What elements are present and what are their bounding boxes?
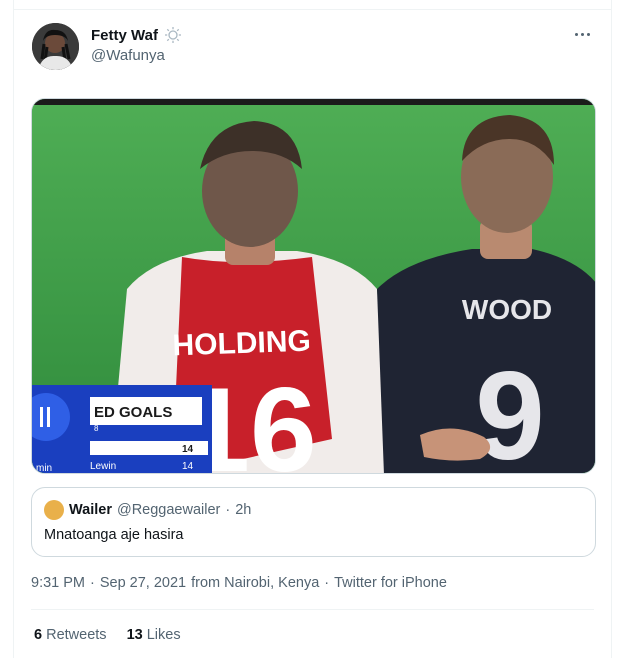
likes-stat[interactable]: 13 Likes [127,627,181,643]
divider [31,609,594,610]
sun-badge-icon [164,26,182,44]
likes-count: 13 [126,627,143,643]
author-block: Fetty Waf @Wafunya [91,25,182,64]
tweet-photo[interactable]: HOLDING 16 WOOD 9 ED GOALS 8 14 min Lewi… [31,98,596,474]
meta-separator: · [324,575,330,591]
meta-separator: · [90,575,95,591]
scoreboard-title: ED GOALS [94,404,172,421]
scoreboard-corner: min [36,463,52,474]
quoted-text: Mnatoanga aje hasira [44,527,184,543]
quoted-avatar [44,500,64,520]
scoreboard-row2-name: Lewin [90,461,116,472]
author-name[interactable]: Fetty Waf [91,27,158,44]
jersey-left-name: HOLDING [172,325,311,363]
quoted-tweet[interactable]: Wailer @Reggaewailer · 2h Mnatoanga aje … [31,487,596,557]
tweet-card: Fetty Waf @Wafunya HOLDING 16 WOOD 9 ED … [13,0,612,658]
author-handle[interactable]: @Wafunya [91,47,182,64]
author-avatar[interactable] [32,23,79,70]
tweet-time[interactable]: 9:31 PM [31,575,85,591]
retweets-stat[interactable]: 6 Retweets [34,627,107,643]
scoreboard-sub: 8 [94,424,99,433]
jersey-right-name: WOOD [462,294,552,325]
retweets-label: Retweets [46,627,107,643]
scoreboard-row1-value: 14 [182,444,194,455]
quoted-author-name: Wailer [69,502,112,518]
tweet-date[interactable]: Sep 27, 2021 [100,575,186,591]
scoreboard-row2-value: 14 [182,461,194,472]
quoted-author-handle: @Reggaewailer [116,502,221,518]
tweet-stats: 6 Retweets 13 Likes [34,627,181,643]
quoted-timestamp: 2h [235,502,252,518]
retweets-count: 6 [34,627,43,643]
ellipsis-icon[interactable] [570,24,594,44]
divider [14,9,611,10]
tweet-meta: 9:31 PM · Sep 27, 2021 from Nairobi, Ken… [31,575,447,591]
tweet-location: from Nairobi, Kenya [191,575,320,591]
quoted-separator: · [225,502,231,518]
likes-label: Likes [146,627,181,643]
tweet-source[interactable]: Twitter for iPhone [334,575,447,591]
